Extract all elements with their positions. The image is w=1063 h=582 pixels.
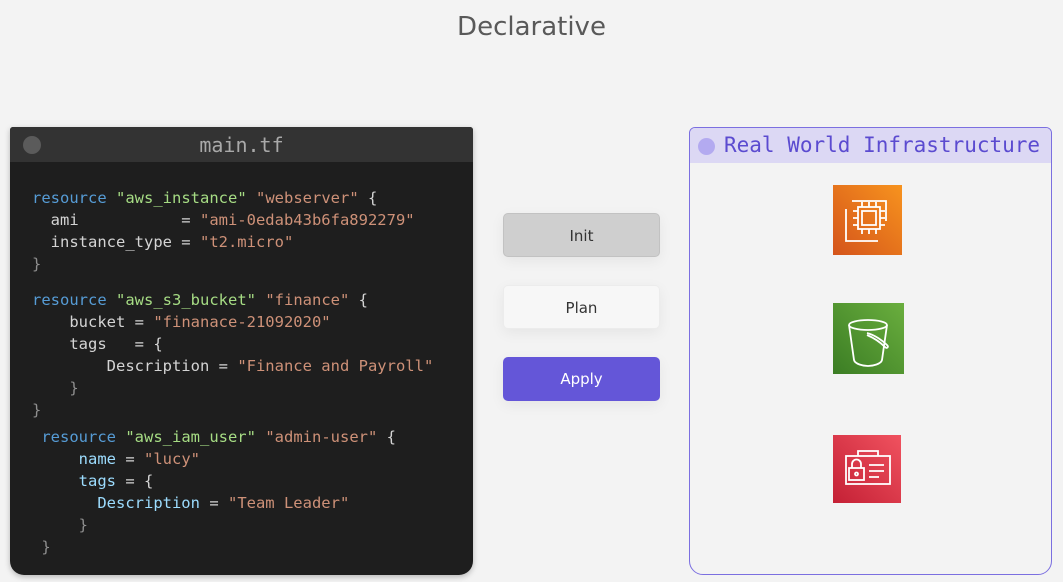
code-token: } bbox=[32, 379, 79, 397]
code-token: tags bbox=[32, 472, 116, 490]
code-line: instance_type = "t2.micro" bbox=[32, 231, 294, 253]
code-token: } bbox=[32, 516, 88, 534]
code-token: instance_type = bbox=[32, 233, 200, 251]
code-token: tags = { bbox=[32, 335, 163, 353]
code-token: "Team Leader" bbox=[227, 494, 350, 512]
code-token: "finanace-21092020" bbox=[153, 313, 331, 331]
code-line: bucket = "finanace-21092020" bbox=[32, 311, 331, 333]
code-token: } bbox=[32, 255, 42, 273]
s3-bucket-icon bbox=[833, 303, 904, 374]
plan-button[interactable]: Plan bbox=[503, 285, 660, 329]
code-line: tags = { bbox=[32, 333, 163, 355]
code-token: name bbox=[32, 450, 116, 468]
code-token: "aws_instance" bbox=[116, 189, 247, 207]
code-token: "lucy" bbox=[144, 450, 200, 468]
code-token: "aws_s3_bucket" bbox=[116, 291, 256, 309]
iam-icon bbox=[833, 435, 901, 503]
code-line: } bbox=[32, 514, 88, 536]
window-dot-icon bbox=[698, 138, 715, 155]
code-token: "t2.micro" bbox=[199, 233, 294, 251]
code-line: Description = "Team Leader" bbox=[32, 492, 349, 514]
code-token: = bbox=[116, 450, 144, 468]
editor-filename: main.tf bbox=[199, 133, 284, 157]
infrastructure-title: Real World Infrastructure bbox=[724, 133, 1041, 157]
code-token: { bbox=[377, 428, 396, 446]
page-title: Declarative bbox=[457, 12, 606, 42]
code-line: tags = { bbox=[32, 470, 154, 492]
code-line: } bbox=[32, 536, 51, 558]
code-token: resource bbox=[32, 428, 126, 446]
code-token: "webserver" bbox=[256, 189, 359, 207]
code-line: } bbox=[32, 377, 79, 399]
code-token: ami = bbox=[32, 211, 200, 229]
code-line: } bbox=[32, 253, 41, 275]
code-editor-window: main.tf resource "aws_instance" "webserv… bbox=[10, 127, 473, 575]
code-token: Description bbox=[32, 494, 200, 512]
code-token: resource bbox=[32, 291, 116, 309]
code-token: { bbox=[358, 189, 378, 207]
code-token: "Finance and Payroll" bbox=[237, 357, 434, 375]
code-line: ami = "ami-0edab43b6fa892279" bbox=[32, 209, 415, 231]
code-token: } bbox=[32, 538, 51, 556]
code-line: resource "aws_iam_user" "admin-user" { bbox=[32, 426, 396, 448]
code-token: "admin-user" bbox=[265, 428, 378, 446]
code-line: resource "aws_s3_bucket" "finance" { bbox=[32, 289, 368, 311]
infrastructure-title-bar: Real World Infrastructure bbox=[690, 128, 1051, 163]
code-token: } bbox=[32, 401, 42, 419]
init-button[interactable]: Init bbox=[503, 213, 660, 257]
code-token: Description = bbox=[32, 357, 238, 375]
code-token: "ami-0edab43b6fa892279" bbox=[199, 211, 415, 229]
editor-title-bar: main.tf bbox=[10, 127, 473, 162]
code-line: } bbox=[32, 399, 41, 421]
apply-button[interactable]: Apply bbox=[503, 357, 660, 401]
code-token: bucket = bbox=[32, 313, 154, 331]
code-line: Description = "Finance and Payroll" bbox=[32, 355, 434, 377]
code-line: name = "lucy" bbox=[32, 448, 200, 470]
ec2-icon bbox=[833, 185, 902, 255]
code-token: "aws_iam_user" bbox=[125, 428, 256, 446]
code-token: = bbox=[199, 494, 228, 512]
code-token: "finance" bbox=[265, 291, 350, 309]
code-token: = { bbox=[116, 472, 154, 490]
code-token: { bbox=[349, 291, 368, 309]
code-token: resource bbox=[32, 189, 116, 207]
code-line: resource "aws_instance" "webserver" { bbox=[32, 187, 377, 209]
